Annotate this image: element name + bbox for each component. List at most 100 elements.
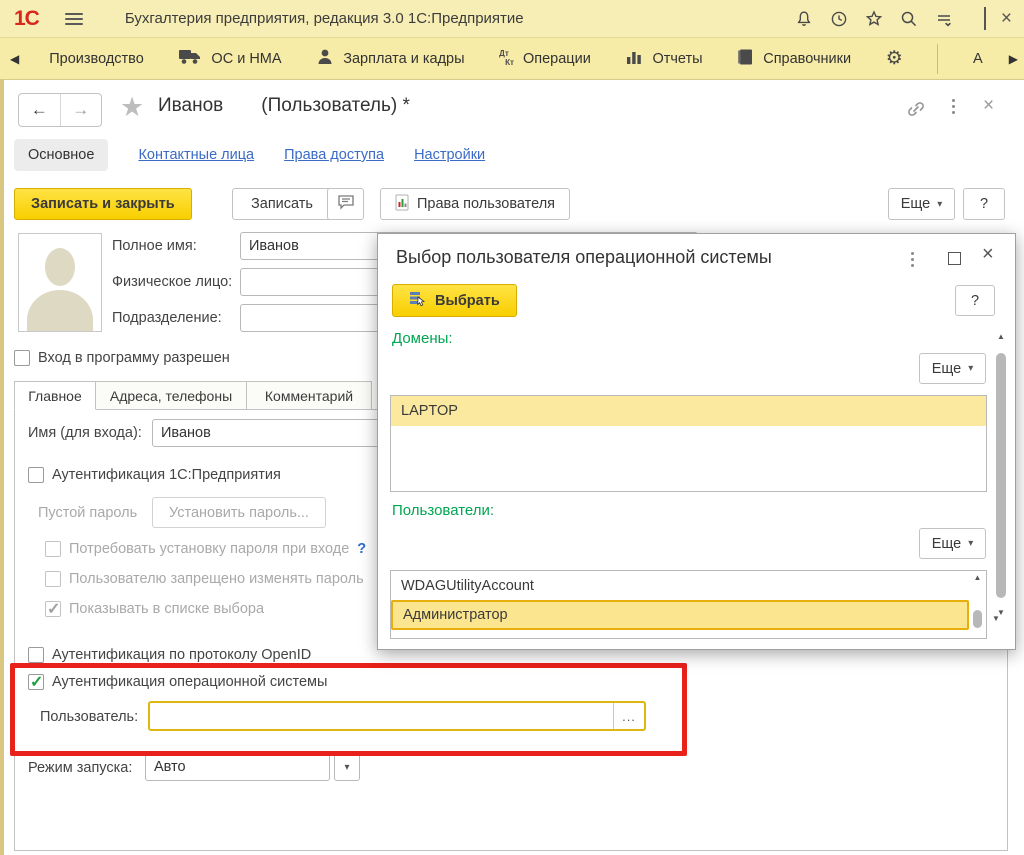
- more-menu-kebab-icon[interactable]: [952, 99, 955, 114]
- scroll-up-icon[interactable]: ▲: [994, 332, 1008, 341]
- nav-item-otchety[interactable]: Отчеты: [625, 48, 702, 70]
- os-user-input[interactable]: ...: [148, 701, 646, 731]
- get-link-icon[interactable]: [905, 98, 927, 125]
- favorite-star-icon[interactable]: ★: [120, 92, 144, 123]
- chevron-down-icon: ▾: [968, 538, 973, 549]
- domain-row-selected[interactable]: LAPTOP: [391, 396, 986, 426]
- form-section-tabs: Основное Контактные лица Права доступа Н…: [14, 139, 485, 171]
- set-password-button[interactable]: Установить пароль...: [152, 497, 326, 528]
- nav-item-os-nma[interactable]: ОС и НМА: [178, 48, 281, 69]
- nav-scroll-left-icon[interactable]: ◀: [10, 52, 19, 66]
- login-allowed-checkbox[interactable]: [14, 350, 30, 366]
- forbid-password-change-checkbox[interactable]: [45, 571, 61, 587]
- nav-item-label: Операции: [523, 51, 591, 67]
- nav-scroll-right-icon[interactable]: ▶: [1009, 52, 1018, 66]
- history-icon[interactable]: [829, 9, 849, 29]
- user-rights-button[interactable]: Права пользователя: [380, 188, 570, 220]
- settings-gear-button[interactable]: ⚙: [886, 47, 903, 70]
- user-avatar: [18, 233, 102, 332]
- chevron-down-icon: ▾: [937, 199, 942, 210]
- favorites-star-icon[interactable]: [864, 9, 884, 29]
- show-in-list-checkbox[interactable]: [45, 601, 61, 617]
- scroll-up-icon[interactable]: ▲: [974, 573, 982, 582]
- nav-item-clipped[interactable]: А: [973, 51, 983, 67]
- user-rights-icon: [395, 194, 409, 215]
- help-question-link[interactable]: ?: [357, 541, 366, 557]
- user-rights-label: Права пользователя: [417, 196, 555, 212]
- launch-mode-dropdown-button[interactable]: ▾: [334, 753, 360, 781]
- maximize-button[interactable]: [984, 9, 986, 28]
- user-row[interactable]: WDAGUtilityAccount: [391, 571, 969, 600]
- login-name-label: Имя (для входа):: [28, 425, 142, 441]
- comment-button[interactable]: [327, 188, 364, 220]
- launch-mode-select[interactable]: Авто: [145, 753, 330, 781]
- notifications-bell-icon[interactable]: [794, 9, 814, 29]
- os-user-dialog: Выбор пользователя операционной системы …: [377, 233, 1016, 650]
- tab-osnovnoe[interactable]: Основное: [14, 139, 108, 171]
- empty-password-label: Пустой пароль: [38, 505, 137, 521]
- nav-item-zarplata-kadry[interactable]: Зарплата и кадры: [316, 48, 464, 70]
- users-list: WDAGUtilityAccount Администратор ▲: [390, 570, 987, 639]
- require-password-checkbox[interactable]: [45, 541, 61, 557]
- nav-item-label: А: [973, 51, 983, 67]
- dialog-kebab-icon[interactable]: [911, 252, 914, 267]
- nav-item-proizvodstvo[interactable]: Производство: [49, 51, 144, 67]
- page-tab-glavnoe[interactable]: Главное: [14, 381, 96, 410]
- page-tab-adresa[interactable]: Адреса, телефоны: [95, 381, 247, 410]
- service-menu-icon[interactable]: [934, 9, 954, 29]
- dialog-title: Выбор пользователя операционной системы: [396, 247, 772, 268]
- dialog-maximize-icon[interactable]: [948, 252, 961, 265]
- close-form-icon[interactable]: ×: [983, 95, 994, 117]
- page-tab-kommentariy[interactable]: Комментарий: [246, 381, 372, 410]
- form-title-name: Иванов: [158, 95, 223, 116]
- chevron-down-icon: ▾: [968, 363, 973, 374]
- nav-item-spravochniki[interactable]: Справочники: [737, 48, 851, 70]
- scroll-down-icon[interactable]: ▼: [994, 608, 1008, 617]
- tab-kontaktnye-lica[interactable]: Контактные лица: [138, 147, 254, 163]
- auth-1c-checkbox[interactable]: [28, 467, 44, 483]
- require-password-text: Потребовать установку пароля при входе: [69, 541, 349, 557]
- app-title: Бухгалтерия предприятия, редакция 3.0 1С…: [125, 10, 524, 27]
- domains-group-label: Домены:: [392, 330, 453, 347]
- dialog-select-button[interactable]: Выбрать: [392, 284, 517, 317]
- back-button[interactable]: ←: [19, 94, 61, 126]
- dialog-help-button[interactable]: ?: [955, 285, 995, 316]
- save-and-close-button[interactable]: Записать и закрыть: [14, 188, 192, 220]
- nav-divider: [937, 44, 938, 74]
- save-button[interactable]: Записать: [232, 188, 332, 220]
- dialog-close-icon[interactable]: ×: [982, 243, 994, 266]
- nav-item-operacii[interactable]: ДтКт Операции: [499, 50, 591, 68]
- forward-button[interactable]: →: [61, 94, 102, 126]
- users-group-label: Пользователи:: [392, 502, 494, 519]
- os-user-choose-button[interactable]: ...: [613, 703, 644, 729]
- users-list-scrollbar[interactable]: ▲: [971, 573, 984, 636]
- forbid-password-change-label: Пользователю запрещено изменять пароль: [69, 571, 364, 587]
- close-window-button[interactable]: ×: [1001, 9, 1012, 28]
- users-more-button[interactable]: Еще ▾: [919, 528, 986, 559]
- sections-nav-bar: ◀ Производство ОС и НМА: [0, 38, 1024, 80]
- nav-item-label: Отчеты: [652, 51, 702, 67]
- launch-mode-label: Режим запуска:: [28, 760, 132, 776]
- hamburger-menu-icon[interactable]: [65, 13, 83, 25]
- dialog-scrollbar[interactable]: ▲ ▼: [994, 332, 1008, 642]
- history-nav-group: ← →: [18, 93, 102, 127]
- domains-more-button[interactable]: Еще ▾: [919, 353, 986, 384]
- auth-os-checkbox[interactable]: [28, 674, 44, 690]
- title-bar: 1С Бухгалтерия предприятия, редакция 3.0…: [0, 0, 1024, 38]
- select-cursor-icon: [409, 290, 426, 311]
- auth-1c-label: Аутентификация 1С:Предприятия: [52, 467, 281, 483]
- more-actions-button[interactable]: Еще ▾: [888, 188, 955, 220]
- tab-nastroyki[interactable]: Настройки: [414, 147, 485, 163]
- user-row-selected[interactable]: Администратор: [391, 600, 969, 630]
- scrollbar-thumb[interactable]: [996, 353, 1006, 598]
- more-label: Еще: [932, 536, 962, 552]
- scrollbar-thumb[interactable]: [973, 610, 982, 628]
- tab-prava-dostupa[interactable]: Права доступа: [284, 147, 384, 163]
- auth-openid-checkbox[interactable]: [28, 647, 44, 663]
- nav-item-label: Зарплата и кадры: [343, 51, 464, 67]
- help-button[interactable]: ?: [963, 188, 1005, 220]
- search-icon[interactable]: [899, 9, 919, 29]
- auth-os-label: Аутентификация операционной системы: [52, 674, 327, 690]
- book-icon: [737, 48, 754, 70]
- auth-openid-label: Аутентификация по протоколу OpenID: [52, 647, 311, 663]
